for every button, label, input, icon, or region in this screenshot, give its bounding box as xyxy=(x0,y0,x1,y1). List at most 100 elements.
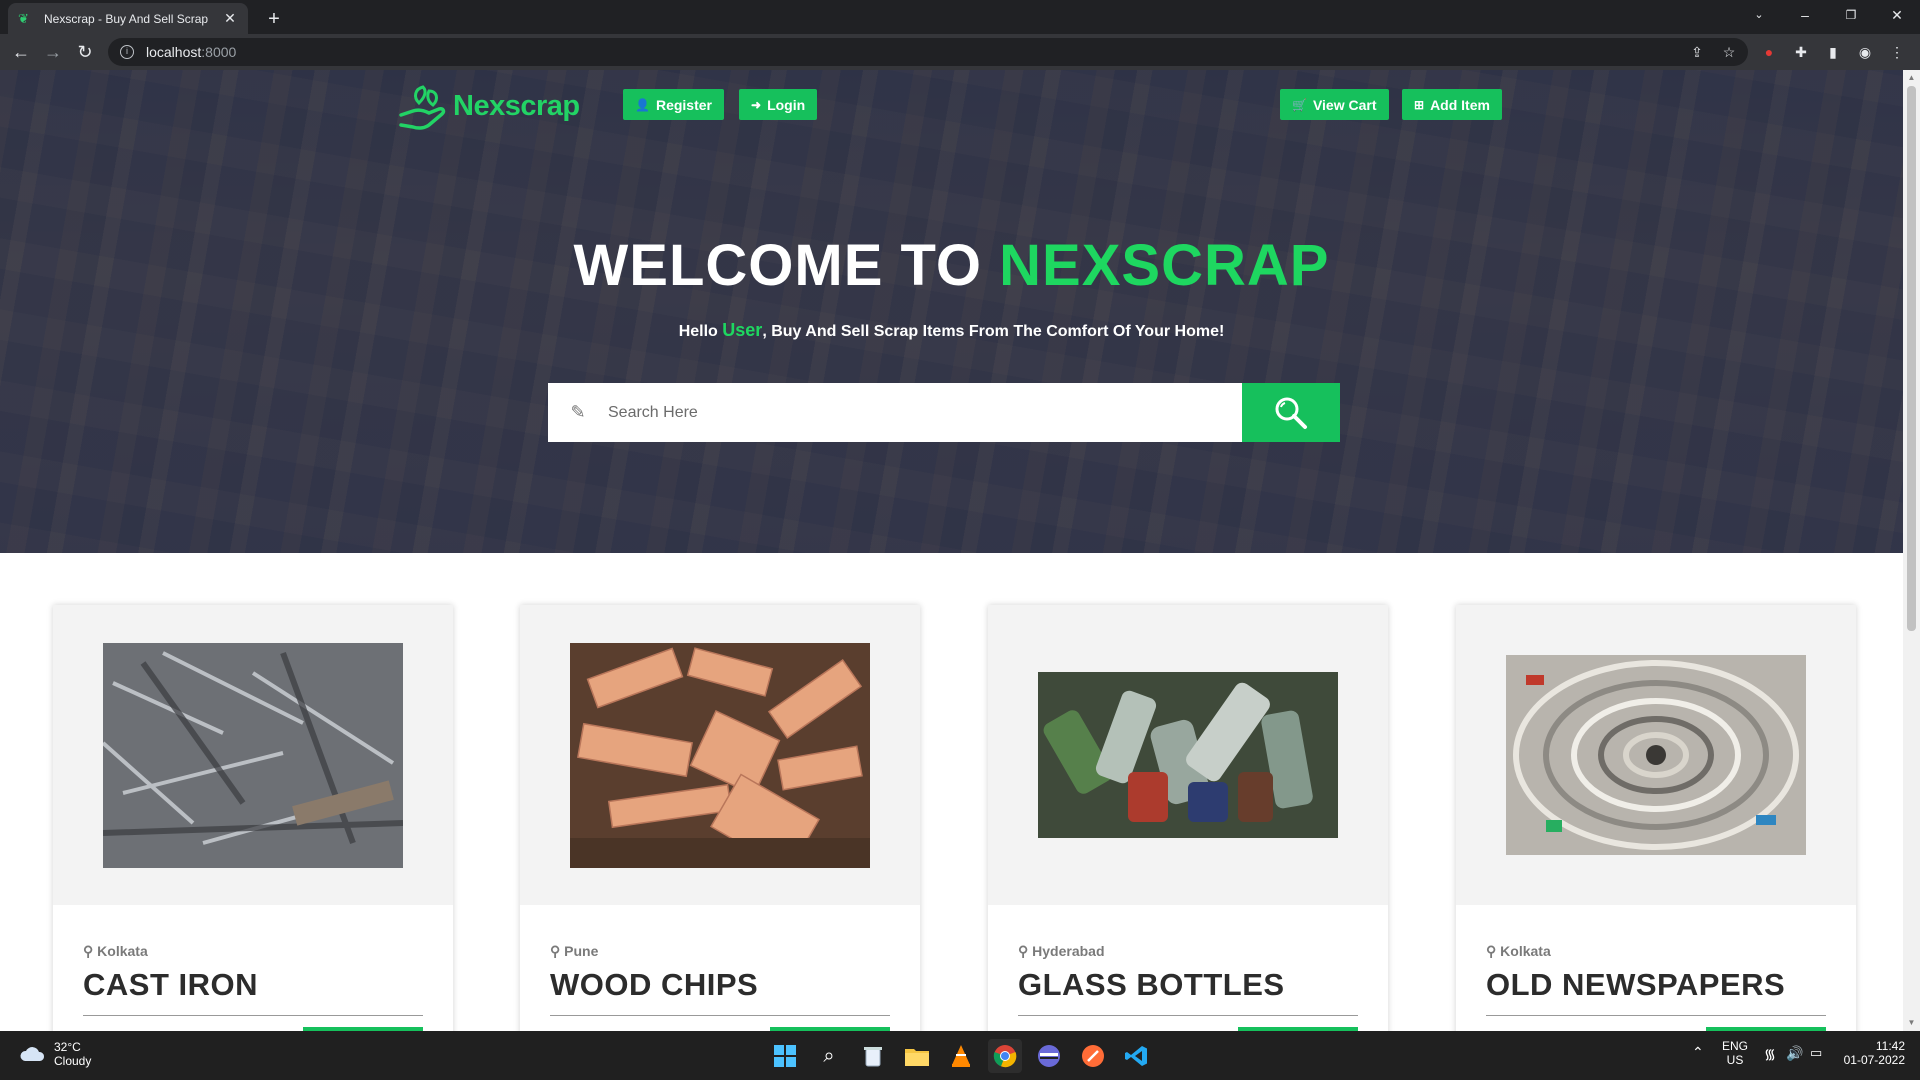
extension-stop-icon[interactable]: ● xyxy=(1760,43,1778,61)
item-title[interactable]: GLASS BOTTLES xyxy=(1018,967,1285,1003)
glass-bottles-photo[interactable] xyxy=(1038,672,1338,838)
back-arrow-icon[interactable]: ← xyxy=(8,39,34,65)
product-image-area xyxy=(53,605,453,905)
item-title[interactable]: CAST IRON xyxy=(83,967,258,1003)
view-cart-label: View Cart xyxy=(1312,96,1377,113)
chrome-icon[interactable] xyxy=(988,1039,1022,1073)
pencil-icon: ✎ xyxy=(570,402,586,422)
hand-leaf-logo-icon xyxy=(399,85,446,130)
close-tab-icon[interactable]: ✕ xyxy=(222,10,238,27)
bookmark-star-icon[interactable]: ☆ xyxy=(1720,43,1738,61)
share-icon[interactable]: ⇪ xyxy=(1688,43,1706,61)
location-text: Kolkata xyxy=(97,943,148,959)
product-image-area xyxy=(1456,605,1856,905)
add-item-button[interactable]: ⊞ Add Item xyxy=(1402,89,1502,120)
add-item-label: Add Item xyxy=(1430,96,1490,113)
product-card[interactable]: ⚲ Pune WOOD CHIPS xyxy=(520,605,920,1031)
register-label: Register xyxy=(655,96,712,113)
scrollbar-thumb[interactable] xyxy=(1907,86,1916,631)
search-input[interactable] xyxy=(608,403,1228,422)
reload-icon[interactable]: ↻ xyxy=(72,39,98,65)
sign-in-icon: ➜ xyxy=(751,97,762,112)
register-button[interactable]: 👤 Register xyxy=(623,89,724,120)
tray-chevron-up-icon[interactable]: ⌃ xyxy=(1692,1044,1704,1061)
newspapers-photo[interactable] xyxy=(1506,655,1806,855)
search-icon[interactable]: ⌕ xyxy=(812,1039,846,1073)
profile-avatar-icon[interactable]: ◉ xyxy=(1856,43,1874,61)
product-card[interactable]: ⚲ Kolkata OLD NEWSPAPERS xyxy=(1456,605,1856,1031)
side-panel-icon[interactable]: ▮ xyxy=(1824,43,1842,61)
scrap-metal-photo[interactable] xyxy=(103,642,403,868)
recycle-bin-icon[interactable] xyxy=(856,1039,890,1073)
weather-widget[interactable]: 32°C Cloudy xyxy=(18,1040,91,1068)
item-location: ⚲ Kolkata xyxy=(1486,943,1551,960)
clock-date: 01-07-2022 xyxy=(1843,1053,1905,1067)
postman-icon[interactable] xyxy=(1076,1039,1110,1073)
weather-temp: 32°C xyxy=(54,1040,81,1054)
menu-kebab-icon[interactable]: ⋮ xyxy=(1888,43,1906,61)
product-card[interactable]: ⚲ Kolkata CAST IRON xyxy=(53,605,453,1031)
login-label: Login xyxy=(767,96,806,113)
location-text: Hyderabad xyxy=(1032,943,1105,959)
vlc-icon[interactable] xyxy=(944,1039,978,1073)
lang-code: ENG xyxy=(1722,1039,1749,1053)
clock-time: 11:42 xyxy=(1875,1039,1905,1053)
wifi-icon[interactable]: ᯾ xyxy=(1764,1045,1776,1064)
volume-icon[interactable]: 🔊 xyxy=(1786,1045,1803,1062)
tab-search-icon[interactable]: ⌄ xyxy=(1736,0,1782,30)
new-tab-button[interactable]: + xyxy=(260,5,288,33)
site-logo[interactable]: Nexscrap xyxy=(395,80,580,132)
browser-tab[interactable]: ❦ Nexscrap - Buy And Sell Scrap ✕ xyxy=(8,3,248,34)
welcome-brand: NEXSCRAP xyxy=(999,233,1330,298)
divider xyxy=(550,1015,890,1016)
file-explorer-icon[interactable] xyxy=(900,1039,934,1073)
wood-chips-photo[interactable] xyxy=(570,642,870,868)
logo-text: Nexscrap xyxy=(453,89,580,122)
product-card[interactable]: ⚲ Hyderabad GLASS BOTTLES xyxy=(988,605,1388,1031)
windows-start-icon[interactable] xyxy=(768,1039,802,1073)
battery-icon[interactable]: ▭ xyxy=(1810,1045,1822,1061)
region-code: US xyxy=(1726,1053,1744,1067)
clock[interactable]: 11:42 01-07-2022 xyxy=(1843,1039,1905,1067)
search-button[interactable] xyxy=(1242,383,1340,442)
map-marker-icon: ⚲ xyxy=(550,943,561,959)
location-text: Kolkata xyxy=(1500,943,1551,959)
browser-toolbar: ← → ↻ i localhost:8000 ⇪ ☆ ● ✚ ▮ ◉ ⋮ xyxy=(0,34,1920,70)
login-button[interactable]: ➜ Login xyxy=(739,89,818,120)
language-indicator[interactable]: ENG US xyxy=(1722,1039,1748,1067)
scroll-up-arrow-icon[interactable]: ▲ xyxy=(1903,70,1920,86)
item-title[interactable]: WOOD CHIPS xyxy=(550,967,758,1003)
tagline-hello: Hello xyxy=(678,323,718,340)
product-image-area xyxy=(520,605,920,905)
product-image-area xyxy=(988,605,1388,905)
search-icon xyxy=(1275,397,1307,429)
vscode-icon[interactable] xyxy=(1120,1039,1154,1073)
address-bar[interactable]: i localhost:8000 xyxy=(108,38,1748,66)
hero-tagline: Hello User, Buy And Sell Scrap Items Fro… xyxy=(0,320,1903,341)
site-info-icon[interactable]: i xyxy=(120,45,134,59)
extensions-puzzle-icon[interactable]: ✚ xyxy=(1792,43,1810,61)
map-marker-icon: ⚲ xyxy=(83,943,94,959)
app-switcher-icon[interactable] xyxy=(1032,1039,1066,1073)
minimize-button[interactable]: – xyxy=(1782,0,1828,30)
os-taskbar: 32°C Cloudy ⌕ ⌃ ENG US ᯾ 🔊 ▭ 11:42 01-07… xyxy=(0,1031,1920,1080)
divider xyxy=(1018,1015,1358,1016)
divider xyxy=(1486,1015,1826,1016)
item-location: ⚲ Hyderabad xyxy=(1018,943,1105,960)
scroll-down-arrow-icon[interactable]: ▼ xyxy=(1903,1015,1920,1031)
hero-section: Nexscrap 👤 Register ➜ Login 🛒 View Cart … xyxy=(0,70,1903,553)
view-cart-button[interactable]: 🛒 View Cart xyxy=(1280,89,1389,120)
divider xyxy=(83,1015,423,1016)
item-title[interactable]: OLD NEWSPAPERS xyxy=(1486,967,1785,1003)
search-box: ✎ xyxy=(548,383,1242,442)
welcome-prefix: WELCOME TO xyxy=(573,233,983,298)
cart-icon: 🛒 xyxy=(1292,97,1307,112)
forward-arrow-icon[interactable]: → xyxy=(40,39,66,65)
url-text: localhost:8000 xyxy=(146,44,237,60)
plus-square-icon: ⊞ xyxy=(1414,97,1425,112)
tagline-username: User xyxy=(722,320,763,340)
page-scrollbar[interactable]: ▲ ▼ xyxy=(1903,70,1920,1031)
close-window-button[interactable]: ✕ xyxy=(1874,0,1920,30)
site-favicon-icon: ❦ xyxy=(18,10,29,26)
restore-button[interactable]: ❐ xyxy=(1828,0,1874,30)
